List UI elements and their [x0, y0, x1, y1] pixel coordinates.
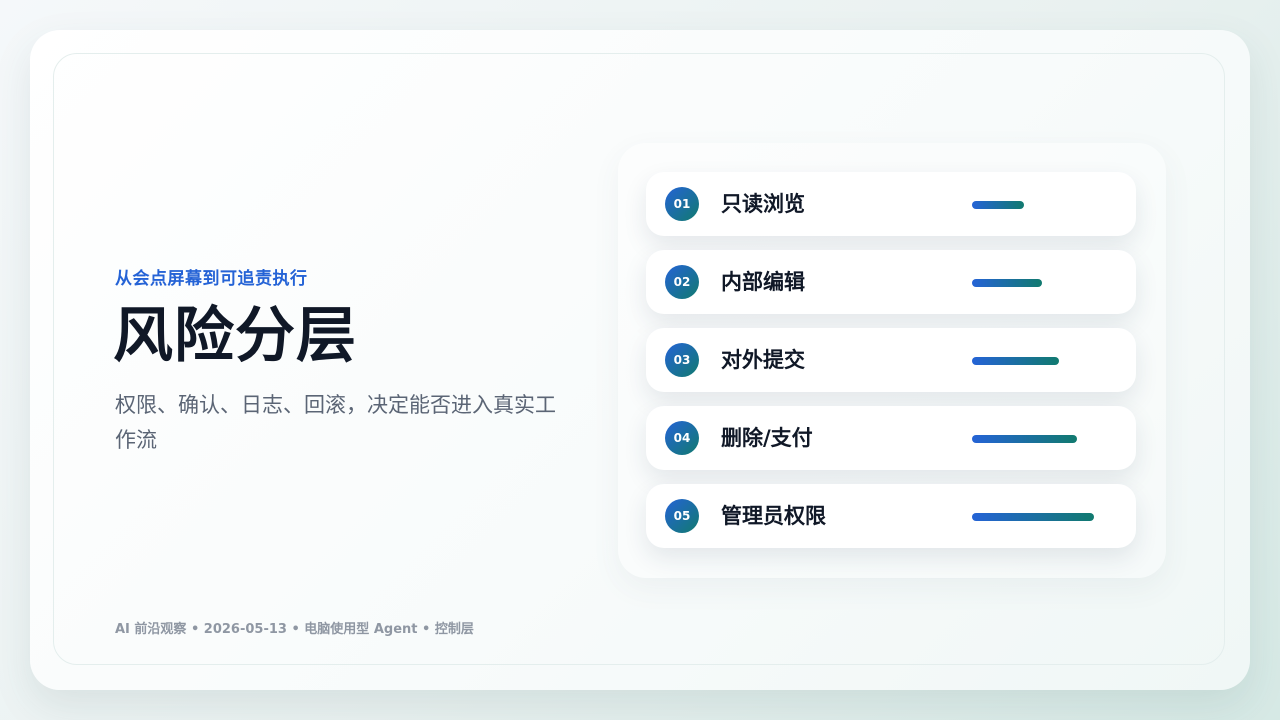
level-label: 内部编辑: [721, 270, 805, 294]
risk-bar: [972, 513, 1094, 521]
level-number-badge: 05: [665, 499, 699, 533]
risk-bar: [972, 279, 1042, 287]
risk-bar: [972, 357, 1059, 365]
risk-level-row: 04 删除/支付: [646, 406, 1136, 470]
level-number-badge: 01: [665, 187, 699, 221]
risk-bar: [972, 201, 1024, 209]
level-number-badge: 02: [665, 265, 699, 299]
page-title: 风险分层: [113, 301, 357, 371]
level-label: 对外提交: [721, 348, 805, 372]
level-label: 只读浏览: [721, 192, 805, 216]
level-label: 删除/支付: [721, 426, 813, 450]
kicker: 从会点屏幕到可追责执行: [115, 269, 308, 289]
risk-level-row: 05 管理员权限: [646, 484, 1136, 548]
risk-bar: [972, 435, 1077, 443]
footer: AI 前沿观察 • 2026-05-13 • 电脑使用型 Agent • 控制层: [115, 622, 474, 637]
level-label: 管理员权限: [721, 504, 826, 528]
risk-level-row: 03 对外提交: [646, 328, 1136, 392]
subtitle: 权限、确认、日志、回滚，决定能否进入真实工作流: [115, 393, 556, 452]
level-number-badge: 04: [665, 421, 699, 455]
risk-level-row: 01 只读浏览: [646, 172, 1136, 236]
risk-level-row: 02 内部编辑: [646, 250, 1136, 314]
level-number-badge: 03: [665, 343, 699, 377]
